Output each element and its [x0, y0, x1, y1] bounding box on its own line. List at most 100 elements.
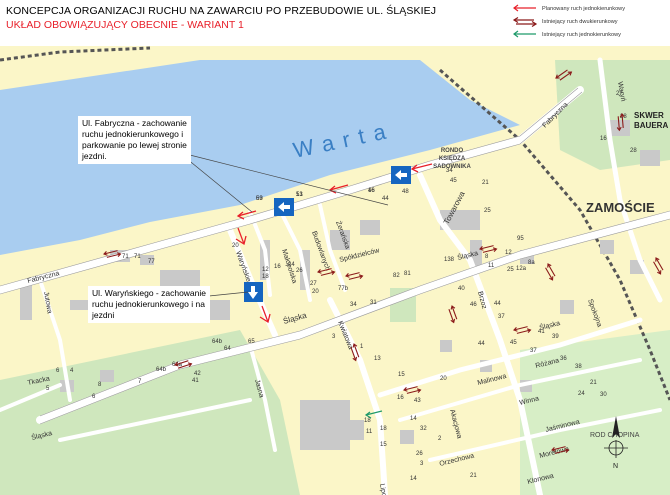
house-number: 16 [274, 264, 281, 270]
house-number: 37 [530, 348, 537, 354]
house-number: 15 [380, 442, 387, 448]
house-number: 21 [470, 473, 477, 479]
house-number: 25 [484, 208, 491, 214]
house-number: 12 [505, 250, 512, 256]
house-number: 64b [156, 367, 167, 373]
house-number: 38 [575, 364, 582, 370]
house-number: 18 [380, 426, 387, 432]
house-number: 64 [224, 346, 231, 352]
house-number: 34 [446, 168, 453, 174]
house-number: 39 [552, 334, 559, 340]
house-number: 20 [232, 243, 239, 249]
house-number: 16 [368, 188, 375, 194]
house-number: 77b [338, 286, 349, 292]
legend-one-way: Istniejący ruch jednokierunkowy [513, 30, 621, 38]
svg-text:N: N [613, 463, 618, 470]
map-header: KONCEPCJA ORGANIZACJI RUCHU NA ZAWARCIU … [0, 0, 670, 47]
house-number: 31 [370, 300, 377, 306]
house-number: 20 [312, 289, 319, 295]
house-number: 12a [516, 266, 527, 272]
skwer-label-1: SKWER [634, 111, 664, 120]
house-number: 20 [440, 376, 447, 382]
house-number: 18 [364, 418, 371, 424]
house-number: 27 [310, 281, 317, 287]
house-number: 48 [402, 189, 409, 195]
house-number: 14 [410, 476, 417, 482]
house-number: 30 [600, 392, 607, 398]
house-number: 11 [366, 429, 373, 435]
one-way-sign-icon [391, 166, 411, 184]
callout-fabryczna-line4: jezdni. [82, 151, 107, 161]
map-canvas[interactable]: Warta ZAMOŚCIE RONDO KSIĘDZA SADOWNIKA S… [0, 46, 670, 495]
house-number: 32 [420, 426, 427, 432]
house-number: 46 [470, 302, 477, 308]
house-number: 40 [458, 286, 465, 292]
callout-fabryczna-line3: parkowanie po lewej stronie [82, 140, 187, 150]
callout-warynskiego: Ul. Waryńskiego - zachowanie ruchu jedno… [88, 286, 211, 323]
house-number: 69 [256, 196, 263, 202]
skwer-label-2: BAUERA [634, 121, 668, 130]
house-number: 71 [134, 254, 141, 260]
house-number: 77 [148, 259, 155, 265]
callout-fabryczna-line1: Ul. Fabryczna - zachowanie [82, 118, 187, 128]
callout-fabryczna-line2: ruchu jednokierunkowego i [82, 129, 184, 139]
house-number: 12 [262, 267, 269, 273]
house-number: 95 [517, 236, 524, 242]
house-number: 24 [578, 391, 585, 397]
house-number: 11 [488, 263, 495, 269]
house-number: 24 [288, 262, 295, 268]
house-number: 43 [414, 398, 421, 404]
one-way-sign-icon [274, 198, 294, 216]
house-number: 8a [528, 260, 535, 266]
house-number: 41 [192, 378, 199, 384]
house-number: 21 [482, 180, 489, 186]
house-number: 25 [507, 267, 514, 273]
callout-warynskiego-line2: ruchu jednokierunkowego i na [92, 299, 205, 309]
house-number: 27 [616, 91, 623, 97]
house-number: 82 [393, 273, 400, 279]
double-arrow-icon [512, 17, 538, 27]
house-number: 44 [478, 341, 485, 347]
map-subtitle: UKŁAD OBOWIĄZUJĄCY OBECNIE - WARIANT 1 [6, 19, 244, 31]
house-number: 16 [397, 395, 404, 401]
house-number: 45 [450, 178, 457, 184]
map-title: KONCEPCJA ORGANIZACJI RUCHU NA ZAWARCIU … [6, 5, 437, 17]
legend-planned-label: Planowany ruch jednokierunkowy [542, 6, 626, 12]
rondo-label-1: RONDO [441, 148, 464, 154]
house-number: 26 [416, 451, 423, 457]
house-number: 18 [262, 274, 269, 280]
house-number: 34 [350, 302, 357, 308]
legend-two-way-label: Istniejący ruch dwukierunkowy [542, 19, 618, 25]
house-number: 44 [382, 196, 389, 202]
house-number: 65 [248, 339, 255, 345]
house-number: 36 [560, 356, 567, 362]
house-number: 42 [194, 371, 201, 377]
house-number: 13 [374, 356, 381, 362]
rondo-label-2: KSIĘDZA [439, 156, 466, 162]
house-number: 14 [410, 416, 417, 422]
callout-warynskiego-line3: jezdni [92, 310, 115, 320]
house-number: 81 [404, 271, 411, 277]
callout-fabryczna: Ul. Fabryczna - zachowanie ruchu jednoki… [78, 116, 191, 164]
house-number: 71 [122, 254, 129, 260]
legend-planned: Planowany ruch jednokierunkowy [513, 4, 626, 12]
house-number: 138 [444, 257, 455, 263]
legend-one-way-label: Istniejący ruch jednokierunkowy [542, 32, 621, 38]
house-number: 37 [498, 314, 505, 320]
single-arrow-icon [513, 30, 536, 38]
legend-two-way: Istniejący ruch dwukierunkowy [512, 17, 618, 27]
house-number: 21 [590, 380, 597, 386]
single-arrow-icon [513, 4, 536, 12]
house-number: 44 [494, 301, 501, 307]
map-svg: Warta ZAMOŚCIE RONDO KSIĘDZA SADOWNIKA S… [0, 46, 670, 495]
callout-warynskiego-line1: Ul. Waryńskiego - zachowanie [92, 288, 207, 298]
house-number: 45 [510, 340, 517, 346]
house-number: 64b [212, 339, 223, 345]
house-number: 15 [398, 372, 405, 378]
house-number: 41 [538, 329, 545, 335]
house-number: 26 [296, 268, 303, 274]
district-label: ZAMOŚCIE [586, 200, 655, 215]
house-number: 16 [600, 136, 607, 142]
house-number: 28 [630, 148, 637, 154]
house-number: 13 [296, 192, 303, 198]
